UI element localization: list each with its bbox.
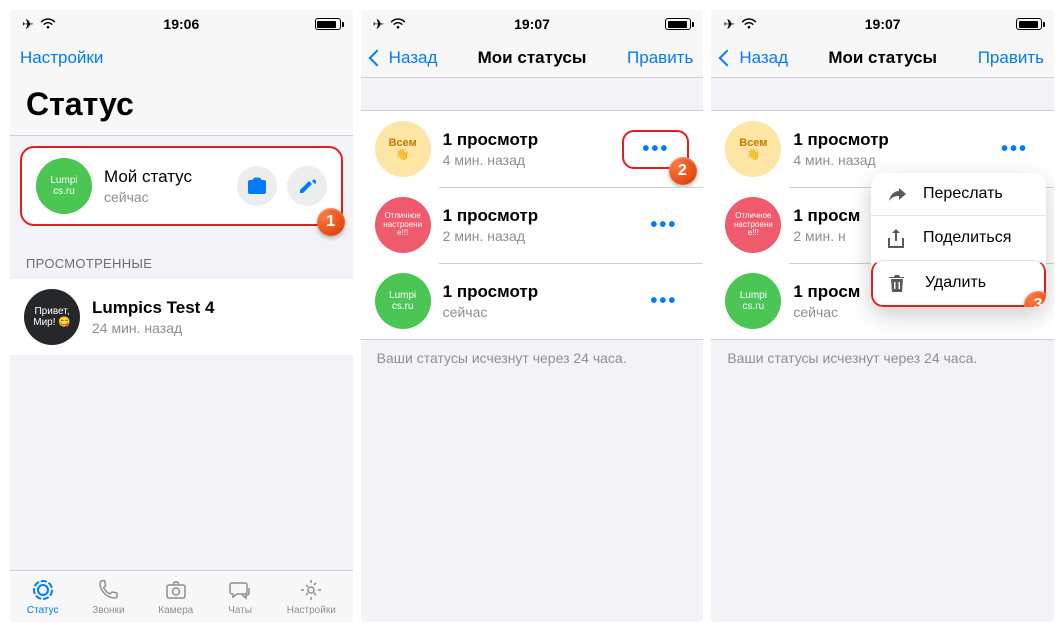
menu-forward[interactable]: Переслать [871, 173, 1046, 215]
my-status-row[interactable]: Lumpi cs.ru Мой статус сейчас 1 [20, 146, 343, 226]
screen-3: ✈︎ 19:07 Назад Мои статусы Править Всем … [711, 10, 1054, 622]
airplane-icon: ✈︎ [22, 16, 34, 33]
wifi-icon [741, 18, 757, 30]
status-icon [30, 577, 56, 603]
page-title: Статус [10, 78, 353, 136]
status-avatar: Lumpi cs.ru [375, 273, 431, 329]
tab-settings[interactable]: Настройки [287, 577, 336, 616]
status-title: 1 просмотр [793, 130, 989, 150]
more-button[interactable]: ••• 2 [622, 130, 689, 169]
status-row[interactable]: Отличное настроени е!!! 1 просмотр 2 мин… [361, 187, 704, 263]
back-button[interactable]: Назад [721, 48, 788, 68]
status-sub: 4 мин. назад [793, 152, 989, 168]
more-button[interactable]: ••• [638, 206, 689, 245]
menu-share[interactable]: Поделиться [871, 215, 1046, 260]
viewed-status-row[interactable]: Привет, Мир! 😋 Lumpics Test 4 24 мин. на… [10, 279, 353, 355]
status-sub: 4 мин. назад [443, 152, 623, 168]
step-3-badge: 3 [1024, 291, 1046, 307]
status-title: 1 просмотр [443, 282, 639, 302]
step-1-badge: 1 [317, 208, 345, 236]
nav-header: Настройки [10, 38, 353, 78]
status-avatar: Lumpi cs.ru [725, 273, 781, 329]
status-avatar: Всем 👋 [375, 121, 431, 177]
clock-time: 19:06 [163, 16, 199, 32]
camera-button[interactable] [237, 166, 277, 206]
tab-chats[interactable]: Чаты [227, 577, 253, 616]
context-menu: Переслать Поделиться Удалить 3 [871, 173, 1046, 307]
status-title: 1 просмотр [443, 206, 639, 226]
airplane-icon: ✈︎ [723, 16, 735, 33]
chevron-left-icon [719, 49, 736, 66]
section-footer: Ваши статусы исчезнут через 24 часа. [711, 340, 1054, 376]
more-button[interactable]: ••• [989, 130, 1040, 169]
status-bar: ✈︎ 19:07 [711, 10, 1054, 38]
chevron-left-icon [368, 49, 385, 66]
clock-time: 19:07 [514, 16, 550, 32]
nav-header: Назад Мои статусы Править [361, 38, 704, 78]
battery-icon [315, 18, 341, 30]
viewed-title: Lumpics Test 4 [92, 298, 339, 318]
viewed-section-header: ПРОСМОТРЕННЫЕ [10, 236, 353, 279]
my-status-avatar: Lumpi cs.ru [36, 158, 92, 214]
airplane-icon: ✈︎ [373, 16, 385, 33]
wifi-icon [40, 18, 56, 30]
status-row[interactable]: Всем 👋 1 просмотр 4 мин. назад ••• 2 [361, 111, 704, 187]
step-2-badge: 2 [669, 157, 697, 185]
clock-time: 19:07 [865, 16, 901, 32]
forward-icon [887, 185, 909, 203]
wifi-icon [390, 18, 406, 30]
screen-1: ✈︎ 19:06 Настройки Статус Lumpi cs.ru Мо… [10, 10, 353, 622]
status-avatar: Всем 👋 [725, 121, 781, 177]
status-title: 1 просмотр [443, 130, 623, 150]
status-sub: 2 мин. назад [443, 228, 639, 244]
tab-status[interactable]: Статус [27, 577, 59, 616]
status-row[interactable]: Lumpi cs.ru 1 просмотр сейчас ••• [361, 263, 704, 339]
battery-icon [665, 18, 691, 30]
share-icon [887, 228, 909, 248]
pencil-button[interactable] [287, 166, 327, 206]
status-bar: ✈︎ 19:07 [361, 10, 704, 38]
my-status-title: Мой статус [104, 167, 237, 187]
battery-icon [1016, 18, 1042, 30]
screen-2: ✈︎ 19:07 Назад Мои статусы Править Всем … [361, 10, 704, 622]
chat-icon [227, 577, 253, 603]
phone-icon [95, 577, 121, 603]
viewed-avatar: Привет, Мир! 😋 [24, 289, 80, 345]
more-button[interactable]: ••• [638, 282, 689, 321]
nav-header: Назад Мои статусы Править [711, 38, 1054, 78]
edit-button[interactable]: Править [978, 48, 1044, 68]
status-avatar: Отличное настроени е!!! [375, 197, 431, 253]
menu-delete[interactable]: Удалить 3 [871, 260, 1046, 307]
back-button[interactable]: Назад [371, 48, 438, 68]
trash-icon [889, 273, 911, 293]
edit-button[interactable]: Править [627, 48, 693, 68]
tab-calls[interactable]: Звонки [92, 577, 124, 616]
gear-icon [298, 577, 324, 603]
viewed-sub: 24 мин. назад [92, 320, 339, 336]
status-bar: ✈︎ 19:06 [10, 10, 353, 38]
my-status-sub: сейчас [104, 189, 237, 205]
camera-icon [163, 577, 189, 603]
nav-settings-link[interactable]: Настройки [20, 48, 103, 68]
page-title: Мои статусы [478, 48, 587, 68]
status-avatar: Отличное настроени е!!! [725, 197, 781, 253]
section-footer: Ваши статусы исчезнут через 24 часа. [361, 340, 704, 376]
page-title: Мои статусы [828, 48, 937, 68]
status-sub: сейчас [443, 304, 639, 320]
tab-camera[interactable]: Камера [158, 577, 193, 616]
tabbar: Статус Звонки Камера Чаты Настройки [10, 570, 353, 622]
